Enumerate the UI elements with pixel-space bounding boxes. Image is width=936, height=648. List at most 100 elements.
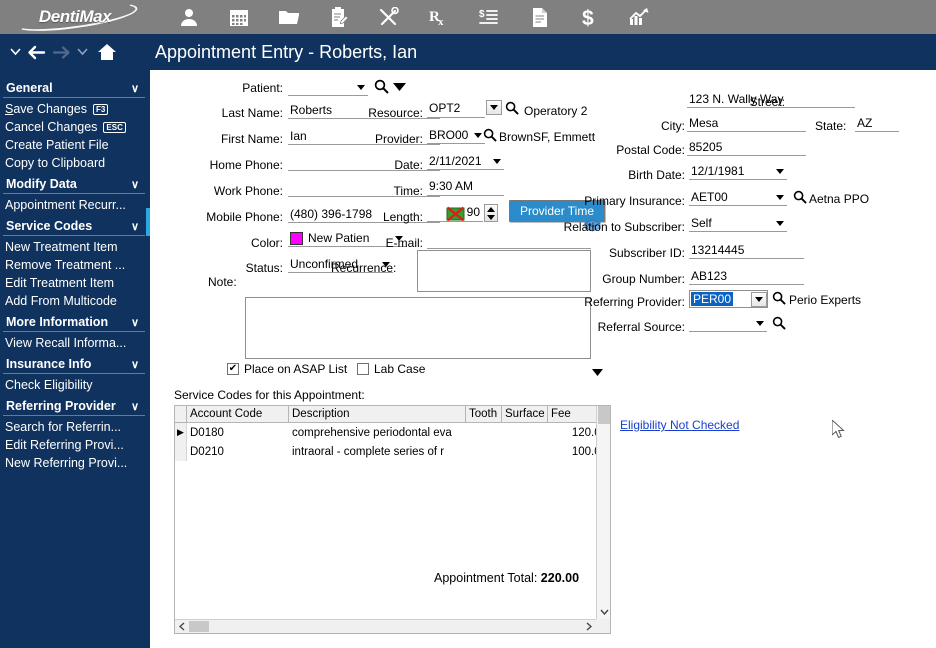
chevron-down-icon[interactable] — [357, 84, 365, 90]
chevron-down-icon[interactable]: ∨ — [131, 220, 139, 233]
folder-icon[interactable] — [264, 0, 314, 34]
patient-icon[interactable] — [164, 0, 214, 34]
sidebar-item-cancel-changes[interactable]: Cancel Changes ESC — [0, 118, 150, 136]
patient-search-icon[interactable] — [374, 79, 389, 97]
referral-source-search-icon[interactable] — [772, 316, 786, 333]
group-number-input[interactable] — [689, 269, 804, 285]
asap-label: Place on ASAP List — [244, 362, 348, 376]
sidebar-group-header-more-information[interactable]: More Information ∨ — [3, 314, 145, 332]
length-spinner[interactable] — [484, 204, 498, 222]
sidebar-item-copy-to-clipboard[interactable]: Copy to Clipboard — [0, 154, 150, 172]
grid-column-header-description[interactable]: Description — [289, 406, 466, 422]
spinner-up-icon[interactable] — [485, 205, 497, 213]
service-codes-grid[interactable]: Account Code Description Tooth Surface Fee ▶… — [174, 405, 611, 634]
back-arrow-icon[interactable] — [25, 37, 47, 67]
grid-vscroll-thumb[interactable] — [598, 406, 610, 424]
list-icon[interactable]: $ — [464, 0, 514, 34]
recurrence-textarea[interactable] — [417, 250, 591, 292]
dollar-icon[interactable]: $ — [564, 0, 614, 34]
chevron-down-icon[interactable] — [493, 158, 501, 164]
grid-vertical-scrollbar[interactable] — [596, 406, 610, 619]
note-textarea[interactable] — [245, 297, 591, 359]
sidebar-item-new-treatment-item[interactable]: New Treatment Item — [0, 238, 150, 256]
sidebar-item-edit-treatment-item[interactable]: Edit Treatment Item — [0, 274, 150, 292]
home-icon[interactable] — [96, 37, 118, 67]
calendar-icon[interactable] — [214, 0, 264, 34]
sidebar-group-header-insurance-info[interactable]: Insurance Info ∨ — [3, 356, 145, 374]
patient-menu-chevron-down-icon[interactable] — [393, 81, 406, 95]
sidebar-item-search-for-referrin[interactable]: Search for Referrin... — [0, 418, 150, 436]
primary-insurance-combo[interactable]: AET00 — [689, 189, 787, 206]
subscriber-id-input[interactable] — [689, 243, 804, 259]
state-input[interactable] — [855, 116, 899, 132]
row-selector-icon[interactable] — [175, 442, 187, 461]
sidebar-item-create-patient-file[interactable]: Create Patient File — [0, 136, 150, 154]
grid-column-header-tooth[interactable]: Tooth — [466, 406, 502, 422]
row-selector-icon[interactable]: ▶ — [175, 423, 187, 442]
sidebar-item-add-from-multicode[interactable]: Add From Multicode — [0, 292, 150, 310]
postal-code-input[interactable] — [687, 140, 806, 156]
length-value-box[interactable]: 90 — [427, 205, 483, 222]
sidebar-group-header-referring-provider[interactable]: Referring Provider ∨ — [3, 398, 145, 416]
chevron-down-icon[interactable] — [776, 194, 784, 200]
street-input[interactable] — [687, 92, 855, 108]
chart-icon[interactable] — [614, 0, 664, 34]
eligibility-link[interactable]: Eligibility Not Checked — [620, 418, 739, 432]
grid-hscroll-thumb[interactable] — [189, 621, 209, 632]
lab-case-checkbox[interactable] — [357, 363, 369, 375]
more-options-chevron-down-icon[interactable] — [592, 365, 603, 379]
clipboard-icon[interactable] — [314, 0, 364, 34]
grid-horizontal-scrollbar[interactable] — [175, 619, 596, 633]
city-input[interactable] — [687, 116, 806, 132]
document-icon[interactable] — [514, 0, 564, 34]
chevron-down-icon[interactable]: ∨ — [131, 82, 139, 95]
chevron-down-icon[interactable]: ∨ — [131, 178, 139, 191]
relation-to-subscriber-combo[interactable]: Self — [689, 215, 787, 232]
referring-provider-search-icon[interactable] — [772, 291, 786, 308]
patient-combo[interactable] — [288, 79, 368, 96]
length-label: Length: — [382, 210, 423, 224]
chevron-down-icon[interactable] — [776, 220, 784, 226]
sidebar-group-header-service-codes[interactable]: Service Codes ∨ — [3, 218, 145, 236]
table-row[interactable]: D0210 intraoral - complete series of r 100… — [175, 442, 610, 461]
sidebar-item-new-referring-provi[interactable]: New Referring Provi... — [0, 454, 150, 472]
chevron-down-icon[interactable] — [474, 132, 482, 138]
asap-checkbox[interactable]: ✔ — [227, 363, 239, 375]
primary-insurance-search-icon[interactable] — [793, 190, 807, 207]
scroll-down-chevron-icon[interactable] — [597, 605, 610, 619]
sidebar-item-check-eligibility[interactable]: Check Eligibility — [0, 376, 150, 394]
chevron-down-icon[interactable] — [776, 168, 784, 174]
chevron-down-icon[interactable]: ∨ — [131, 316, 139, 329]
sidebar-group-header-modify-data[interactable]: Modify Data ∨ — [3, 176, 145, 194]
referring-provider-dropdown-button[interactable] — [751, 292, 767, 307]
back-history-chevron-down-icon[interactable] — [8, 37, 22, 67]
sidebar-item-view-recall-informa[interactable]: View Recall Informa... — [0, 334, 150, 352]
dental-tools-icon[interactable] — [364, 0, 414, 34]
grid-column-header-account-code[interactable]: Account Code — [187, 406, 289, 422]
chevron-down-icon[interactable] — [756, 320, 764, 326]
time-value-box[interactable]: 9:30 AM — [427, 179, 504, 196]
spinner-down-icon[interactable] — [485, 213, 497, 221]
sidebar-item-appointment-recurr[interactable]: Appointment Recurr... — [0, 196, 150, 214]
forward-history-chevron-down-icon[interactable] — [75, 37, 89, 67]
chevron-down-icon[interactable]: ∨ — [131, 400, 139, 413]
prescription-icon[interactable]: Rx — [414, 0, 464, 34]
sidebar-item-edit-referring-provi[interactable]: Edit Referring Provi... — [0, 436, 150, 454]
scroll-left-chevron-icon[interactable] — [175, 620, 189, 633]
date-combo[interactable]: 2/11/2021 — [427, 153, 504, 170]
table-row[interactable]: ▶ D0180 comprehensive periodontal eva 120.0… — [175, 423, 610, 442]
grid-column-header-surface[interactable]: Surface — [502, 406, 548, 422]
sidebar-item-remove-treatment[interactable]: Remove Treatment ... — [0, 256, 150, 274]
sidebar-group-header-general[interactable]: General ∨ — [3, 80, 145, 98]
sidebar-item-save-changes[interactable]: Save Changes F3 — [0, 100, 150, 118]
chevron-down-icon[interactable]: ∨ — [131, 358, 139, 371]
email-input[interactable] — [427, 233, 591, 249]
scroll-right-chevron-icon[interactable] — [582, 620, 596, 633]
provider-search-icon[interactable] — [483, 128, 497, 145]
provider-combo[interactable]: BRO00 — [427, 127, 485, 144]
referral-source-combo[interactable] — [689, 315, 767, 332]
resource-lookup-search-icon[interactable] — [481, 101, 519, 118]
page-title: Appointment Entry - Roberts, Ian — [155, 41, 418, 62]
birth-date-combo[interactable]: 12/1/1981 — [689, 163, 787, 180]
resource-value-box[interactable]: OPT2 — [427, 101, 485, 118]
